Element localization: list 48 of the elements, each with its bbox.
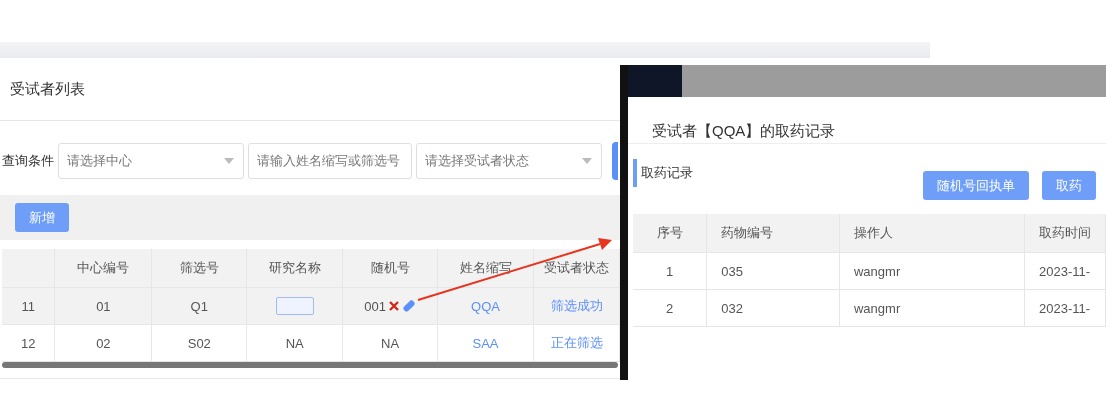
panel-title: 受试者列表: [0, 58, 620, 121]
column-header: 受试者状态: [533, 249, 620, 288]
column-header: 随机号: [342, 249, 438, 288]
table-cell: 032: [706, 289, 840, 327]
table-cell: wangmr: [839, 252, 1025, 290]
column-header: 中心编号: [54, 249, 152, 288]
add-button[interactable]: 新增: [15, 203, 69, 232]
cell-text: NA: [381, 335, 400, 351]
column-header: 操作人: [839, 214, 1025, 253]
column-header: 姓名缩写: [437, 249, 534, 288]
column-header: 研究名称: [246, 249, 343, 288]
cell-text: NA: [285, 335, 304, 351]
caret-icon: [581, 157, 593, 165]
initials-link[interactable]: SAA: [437, 324, 534, 362]
status-link[interactable]: 正在筛选: [533, 324, 620, 362]
dialog-title: 受试者【QQA】的取药记录: [628, 97, 1106, 144]
caret-icon: [223, 157, 235, 165]
table-cell: 01: [54, 287, 152, 325]
section-title: 取药记录: [633, 159, 693, 187]
table-cell: S02: [151, 324, 247, 362]
column-header: 药物编号: [706, 214, 840, 253]
search-field[interactable]: 请输入姓名缩写或筛选号: [248, 143, 412, 179]
initials-link[interactable]: QQA: [437, 287, 534, 325]
table-cell: Q1: [151, 287, 247, 325]
query-label: 查询条件: [1, 152, 54, 170]
delete-icon[interactable]: [388, 301, 399, 311]
table-cell: 02: [54, 324, 152, 362]
status-link[interactable]: 筛选成功: [533, 287, 620, 325]
action-button[interactable]: 随机号回执单: [923, 171, 1029, 200]
column-header: 筛选号: [151, 249, 247, 288]
query-button[interactable]: [612, 142, 618, 180]
sidebar-backdrop: [628, 65, 682, 97]
center-select[interactable]: 请选择中心: [58, 143, 244, 179]
table-cell: wangmr: [839, 289, 1025, 327]
table-cell: 2: [633, 289, 707, 327]
table-cell: 11: [2, 287, 55, 325]
table-cell: 035: [706, 252, 840, 290]
scrollbar[interactable]: [2, 362, 618, 368]
column-header: 序号: [633, 214, 707, 253]
column-header: 取药时间: [1024, 214, 1106, 253]
redacted-tag: [275, 297, 314, 315]
table-cell: 2023-11-: [1024, 252, 1106, 290]
status-select[interactable]: 请选择受试者状态: [416, 143, 602, 179]
action-button[interactable]: 取药: [1042, 171, 1096, 200]
table-cell: 1: [633, 252, 707, 290]
cell-text: 001: [364, 298, 386, 314]
table-cell: 12: [2, 324, 55, 362]
table-cell: 2023-11-: [1024, 289, 1106, 327]
